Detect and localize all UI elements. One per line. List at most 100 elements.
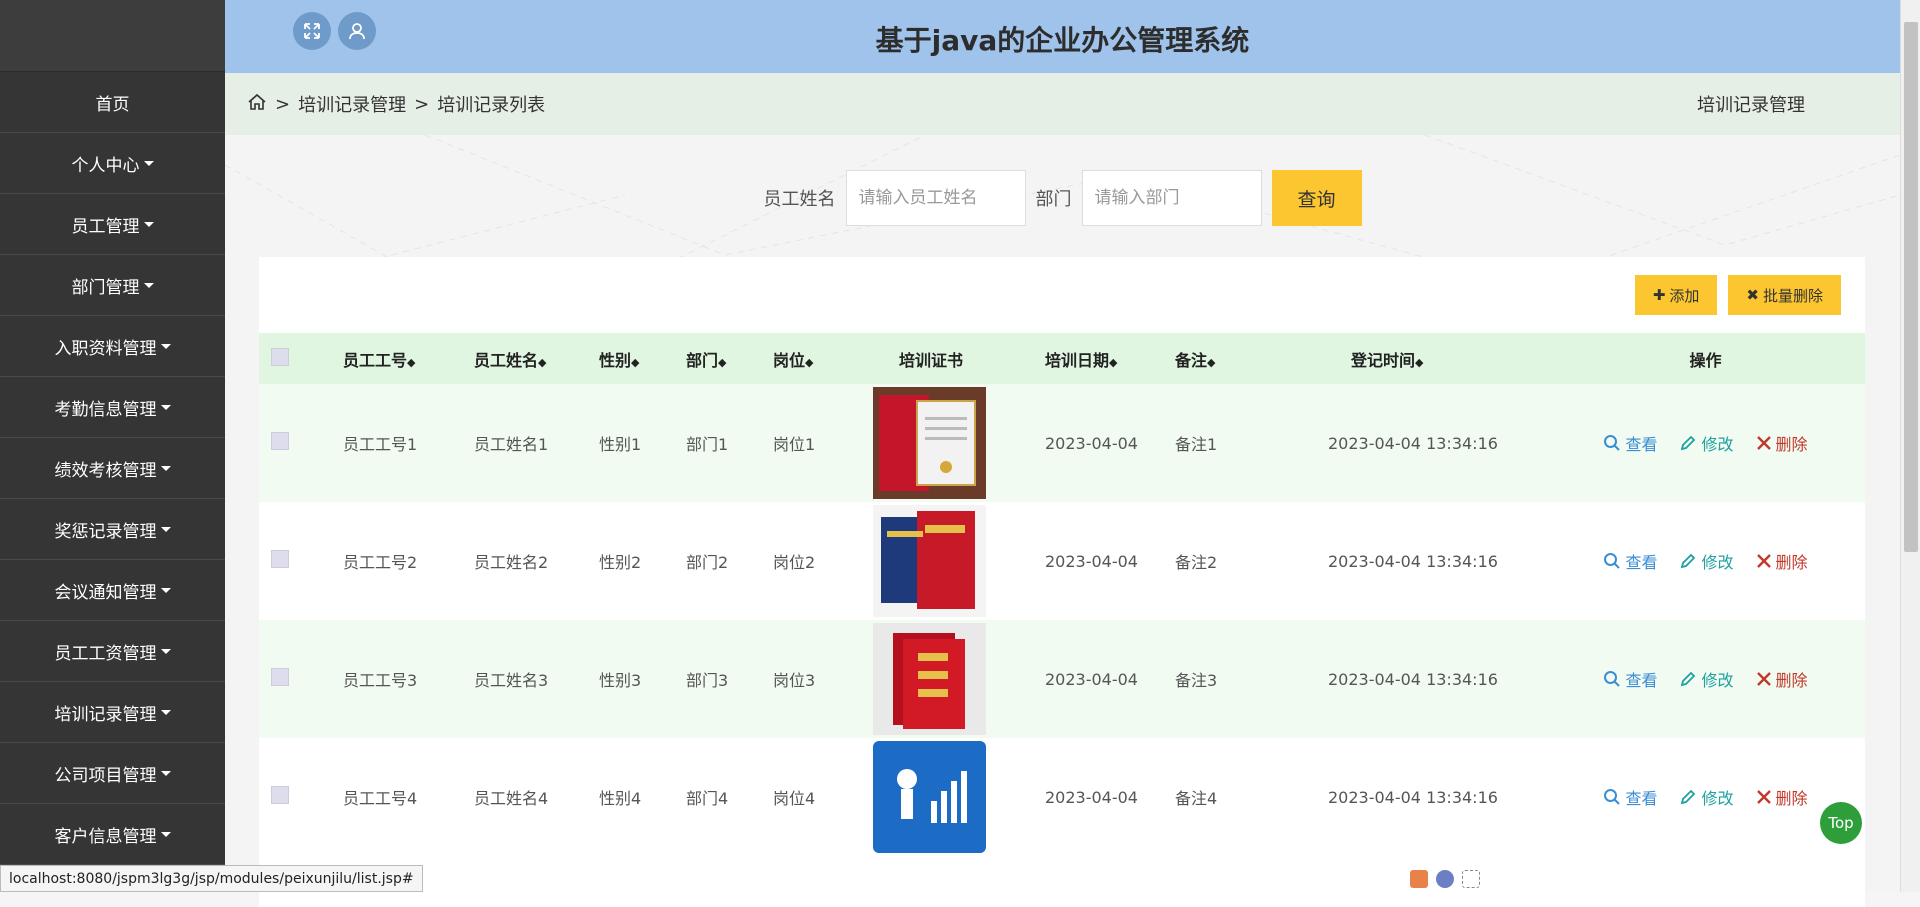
breadcrumb-separator: > <box>414 93 430 115</box>
edit-button[interactable]: 修改 <box>1679 431 1734 455</box>
breadcrumb-item-training-management[interactable]: 培训记录管理 <box>298 91 406 117</box>
th-certificate: 培训证书 <box>899 350 964 370</box>
sidebar-item[interactable]: 个人中心 <box>0 133 225 194</box>
th-post[interactable]: 岗位◆ <box>772 333 872 384</box>
th-remark[interactable]: 备注◆ <box>1174 333 1316 384</box>
sort-icon: ◆ <box>805 355 814 369</box>
view-button[interactable]: 查看 <box>1603 549 1657 573</box>
sidebar-item[interactable]: 绩效考核管理 <box>0 438 225 499</box>
th-operation: 操作 <box>1689 350 1722 370</box>
cell-name: 员工姓名1 <box>474 435 549 454</box>
cell-operations: 查看 修改 删除 <box>1546 738 1865 856</box>
breadcrumb-right-title: 培训记录管理 <box>1697 95 1805 116</box>
sidebar-item[interactable]: 入职资料管理 <box>0 316 225 377</box>
search-icon <box>1604 435 1621 451</box>
caret-down-icon <box>143 282 154 288</box>
cell-remark: 备注3 <box>1175 671 1218 690</box>
sort-icon: ◆ <box>538 355 547 369</box>
delete-button[interactable]: 删除 <box>1756 549 1808 573</box>
sidebar-item[interactable]: 部门管理 <box>0 255 225 316</box>
view-button[interactable]: 查看 <box>1603 785 1657 809</box>
sidebar-item[interactable]: 奖惩记录管理 <box>0 499 225 560</box>
table-row: 员工工号3 员工姓名3 性别3 部门3 岗位3 2023-04-04 备注3 2023-04-… <box>259 620 1865 738</box>
certificate-image[interactable] <box>873 623 1043 735</box>
sidebar-item[interactable]: 员工管理 <box>0 194 225 255</box>
app-title: 基于java的企业办公管理系统 <box>875 24 1250 57</box>
sidebar-item[interactable]: 考勤信息管理 <box>0 377 225 438</box>
edit-button[interactable]: 修改 <box>1679 667 1734 691</box>
th-gender[interactable]: 性别◆ <box>598 333 685 384</box>
caret-down-icon <box>160 587 171 593</box>
select-all-checkbox[interactable] <box>271 347 289 366</box>
close-icon: ✖ <box>1746 286 1759 304</box>
expand-icon[interactable] <box>1462 870 1480 888</box>
cell-certificate <box>872 620 1044 738</box>
cell-name: 员工姓名3 <box>474 671 549 690</box>
caret-down-icon <box>160 709 171 715</box>
sidebar-item-label: 奖惩记录管理 <box>54 521 157 542</box>
batch-delete-button[interactable]: ✖ 批量删除 <box>1728 275 1841 315</box>
edit-button[interactable]: 修改 <box>1679 785 1734 809</box>
main-content: 员工姓名 部门 查询 ✚ 添加 ✖ 批量删除 员工工号◆ 员工姓名◆ 性别◆ <box>225 135 1900 907</box>
breadcrumb: > 培训记录管理 > 培训记录列表 <box>247 91 545 117</box>
scroll-thumb[interactable] <box>1904 22 1918 552</box>
sidebar-item-label: 员工工资管理 <box>54 643 157 664</box>
th-register-time[interactable]: 登记时间◆ <box>1316 333 1546 384</box>
th-date[interactable]: 培训日期◆ <box>1044 333 1174 384</box>
sidebar-item-label: 公司项目管理 <box>54 765 157 786</box>
certificate-image[interactable] <box>873 387 1043 499</box>
delete-button[interactable]: 删除 <box>1756 431 1808 455</box>
cell-dept: 部门4 <box>686 789 729 808</box>
cell-emp-no: 员工工号3 <box>343 671 418 690</box>
sidebar-item[interactable]: 公司项目管理 <box>0 743 225 804</box>
employee-name-input[interactable] <box>845 170 1026 226</box>
breadcrumb-separator: > <box>275 93 291 115</box>
th-dept[interactable]: 部门◆ <box>685 333 772 384</box>
certificate-image[interactable] <box>873 505 1043 617</box>
cell-gender: 性别2 <box>599 553 642 572</box>
cell-emp-no: 员工工号2 <box>343 553 418 572</box>
row-checkbox[interactable] <box>271 668 289 686</box>
view-button[interactable]: 查看 <box>1603 431 1657 455</box>
certificate-image[interactable] <box>873 741 1043 853</box>
query-button[interactable]: 查询 <box>1271 170 1362 226</box>
row-checkbox[interactable] <box>271 786 289 804</box>
sort-icon: ◆ <box>1415 355 1424 369</box>
sidebar-menu: 首页个人中心 员工管理部门管理入职资料管理考勤信息管理绩效考核管理奖惩记录管理会议… <box>0 72 225 865</box>
sidebar-item[interactable]: 员工工资管理 <box>0 621 225 682</box>
department-input[interactable] <box>1081 170 1262 226</box>
pencil-icon <box>1681 435 1696 451</box>
sidebar-item[interactable]: 首页 <box>0 72 225 133</box>
sidebar-logo <box>0 0 225 72</box>
sidebar-item[interactable]: 培训记录管理 <box>0 682 225 743</box>
caret-down-icon <box>160 770 171 776</box>
pencil-icon <box>1681 553 1696 569</box>
sidebar-item-label: 部门管理 <box>71 277 140 298</box>
view-button[interactable]: 查看 <box>1603 667 1657 691</box>
row-checkbox[interactable] <box>271 432 289 450</box>
batch-delete-label: 批量删除 <box>1762 286 1823 305</box>
home-icon[interactable] <box>247 92 267 117</box>
training-records-table: 员工工号◆ 员工姓名◆ 性别◆ 部门◆ 岗位◆ 培训证书 培训日期◆ 备注◆ 登… <box>259 333 1865 856</box>
help-icon[interactable] <box>1436 870 1454 888</box>
sidebar-item[interactable]: 客户信息管理 <box>0 804 225 865</box>
tool-s-icon[interactable] <box>1410 870 1428 888</box>
sidebar-item[interactable]: 会议通知管理 <box>0 560 225 621</box>
th-emp-no[interactable]: 员工工号◆ <box>342 333 473 384</box>
table-row: 员工工号1 员工姓名1 性别1 部门1 岗位1 2023-04-04 备注1 2023-04-… <box>259 384 1865 502</box>
delete-button[interactable]: 删除 <box>1756 785 1808 809</box>
back-to-top-button[interactable]: Top <box>1820 802 1862 844</box>
edit-button[interactable]: 修改 <box>1679 549 1734 573</box>
caret-down-icon <box>143 160 154 166</box>
status-url: localhost:8080/jspm3lg3g/jsp/modules/pei… <box>0 865 423 892</box>
sidebar-item-label: 首页 <box>95 94 130 115</box>
sidebar-item-label: 考勤信息管理 <box>54 399 157 420</box>
delete-button[interactable]: 删除 <box>1756 667 1808 691</box>
sort-icon: ◆ <box>1207 355 1216 369</box>
th-name[interactable]: 员工姓名◆ <box>473 333 598 384</box>
row-checkbox[interactable] <box>271 550 289 568</box>
cell-emp-no: 员工工号1 <box>343 435 418 454</box>
search-icon <box>1604 789 1621 805</box>
add-button[interactable]: ✚ 添加 <box>1634 275 1718 315</box>
page-scrollbar[interactable] <box>1900 0 1920 892</box>
